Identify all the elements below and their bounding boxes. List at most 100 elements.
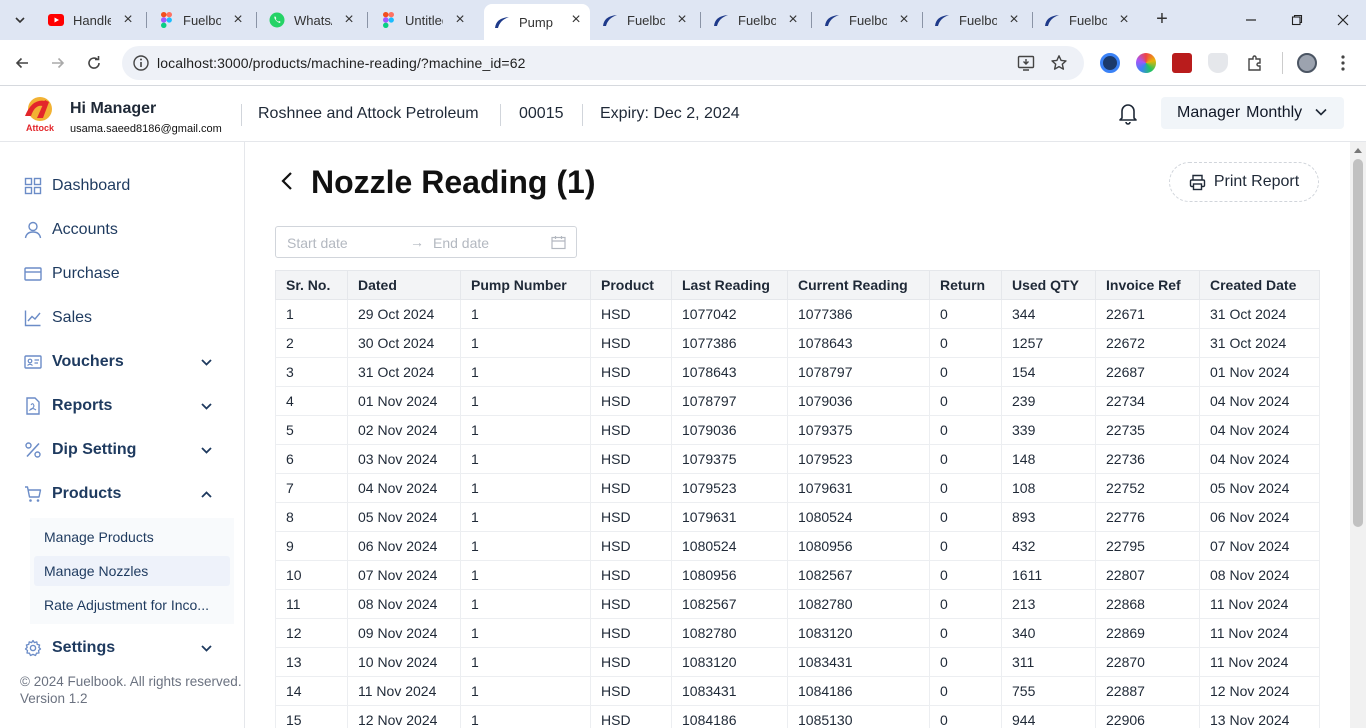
submenu-item-rate-adjustment-for-inco[interactable]: Rate Adjustment for Inco... — [34, 590, 230, 620]
table-cell: 154 — [1001, 357, 1096, 387]
site-info-icon[interactable] — [132, 54, 150, 72]
close-tab-icon[interactable]: × — [568, 12, 584, 28]
table-row[interactable]: 13 10 Nov 2024 1 HSD 1083120 1083431 0 311 22870… — [275, 647, 1320, 677]
submenu-item-manage-nozzles[interactable]: Manage Nozzles — [34, 556, 230, 586]
table-row[interactable]: 1 29 Oct 2024 1 HSD 1077042 1077386 0 344 22671 3… — [275, 299, 1320, 329]
table-row[interactable]: 5 02 Nov 2024 1 HSD 1079036 1079375 0 339 22735 0… — [275, 415, 1320, 445]
table-cell: 6 — [275, 444, 348, 474]
browser-menu-icon[interactable] — [1331, 51, 1355, 75]
print-report-button[interactable]: Print Report — [1169, 162, 1319, 202]
table-cell: 1078797 — [787, 357, 930, 387]
browser-tab[interactable]: Untitled × — [370, 6, 474, 34]
sidebar-item-reports[interactable]: Reports — [0, 388, 244, 424]
column-header[interactable]: Sr. No. — [275, 270, 348, 300]
close-tab-icon[interactable]: × — [120, 12, 136, 28]
table-row[interactable]: 9 06 Nov 2024 1 HSD 1080524 1080956 0 432 22795 0… — [275, 531, 1320, 561]
table-row[interactable]: 4 01 Nov 2024 1 HSD 1078797 1079036 0 239 22734 0… — [275, 386, 1320, 416]
back-arrow-icon[interactable] — [277, 170, 299, 192]
forward-nav-icon[interactable] — [46, 51, 70, 75]
calendar-icon[interactable] — [551, 235, 566, 250]
column-header[interactable]: Dated — [347, 270, 461, 300]
close-tab-icon[interactable]: × — [896, 12, 912, 28]
bookmark-star-icon[interactable] — [1050, 54, 1068, 72]
new-tab-button[interactable]: + — [1150, 8, 1174, 32]
browser-tab[interactable]: Fuelboo × — [592, 6, 696, 34]
browser-tab[interactable]: Pump R × — [484, 4, 590, 40]
fuelbook-icon — [824, 12, 840, 28]
table-row[interactable]: 10 07 Nov 2024 1 HSD 1080956 1082567 0 1611 2280… — [275, 560, 1320, 590]
extension-1-icon[interactable] — [1100, 53, 1120, 73]
close-tab-icon[interactable]: × — [341, 12, 357, 28]
profile-avatar[interactable] — [1297, 53, 1317, 73]
restore-button[interactable] — [1274, 0, 1320, 40]
date-range-picker[interactable]: Start date → End date — [275, 226, 577, 258]
sidebar-item-purchase[interactable]: Purchase — [0, 256, 244, 292]
sidebar-item-label: Products — [52, 485, 122, 502]
table-row[interactable]: 3 31 Oct 2024 1 HSD 1078643 1078797 0 154 22687 0… — [275, 357, 1320, 387]
sidebar-item-dashboard[interactable]: Dashboard — [0, 168, 244, 204]
start-date-input[interactable]: Start date — [287, 235, 348, 251]
table-row[interactable]: 15 12 Nov 2024 1 HSD 1084186 1085130 0 944 22906… — [275, 705, 1320, 728]
close-tab-icon[interactable]: × — [1116, 12, 1132, 28]
chevron-down-icon — [201, 403, 212, 410]
table-cell: 1079523 — [787, 444, 930, 474]
close-tab-icon[interactable]: × — [230, 12, 246, 28]
table-row[interactable]: 8 05 Nov 2024 1 HSD 1079631 1080524 0 893 22776 0… — [275, 502, 1320, 532]
scrollbar-thumb[interactable] — [1353, 159, 1363, 527]
sidebar-item-settings[interactable]: Settings — [0, 630, 244, 666]
column-header[interactable]: Product — [590, 270, 672, 300]
close-tab-icon[interactable]: × — [785, 12, 801, 28]
shield-extension-icon[interactable] — [1208, 53, 1228, 73]
install-app-icon[interactable] — [1017, 54, 1035, 72]
table-row[interactable]: 12 09 Nov 2024 1 HSD 1082780 1083120 0 340 22869… — [275, 618, 1320, 648]
column-header[interactable]: Pump Number — [460, 270, 591, 300]
browser-tab[interactable]: Handle × — [38, 6, 142, 34]
table-cell: 11 Nov 2024 — [1199, 647, 1320, 677]
extension-3-icon[interactable] — [1172, 53, 1192, 73]
table-row[interactable]: 11 08 Nov 2024 1 HSD 1082567 1082780 0 213 22868… — [275, 589, 1320, 619]
table-cell: 13 — [275, 647, 348, 677]
close-tab-icon[interactable]: × — [452, 12, 468, 28]
table-row[interactable]: 14 11 Nov 2024 1 HSD 1083431 1084186 0 755 22887… — [275, 676, 1320, 706]
table-cell: 22734 — [1095, 386, 1200, 416]
sidebar-item-accounts[interactable]: Accounts — [0, 212, 244, 248]
minimize-button[interactable] — [1228, 0, 1274, 40]
plan-dropdown[interactable]: Manager Monthly — [1161, 97, 1344, 129]
close-tab-icon[interactable]: × — [674, 12, 690, 28]
extensions-puzzle-icon[interactable] — [1243, 51, 1267, 75]
scroll-up-arrow-icon[interactable] — [1354, 148, 1362, 153]
tab-search-icon[interactable] — [8, 8, 32, 32]
browser-tab[interactable]: Fuelboo × — [814, 6, 918, 34]
table-row[interactable]: 2 30 Oct 2024 1 HSD 1077386 1078643 0 1257 22672… — [275, 328, 1320, 358]
color-picker-extension-icon[interactable] — [1136, 53, 1156, 73]
table-cell: 12 — [275, 618, 348, 648]
column-header[interactable]: Created Date — [1199, 270, 1320, 300]
sidebar-item-products[interactable]: Products — [0, 476, 244, 512]
column-header[interactable]: Return — [929, 270, 1002, 300]
notification-bell-icon[interactable] — [1117, 101, 1139, 125]
url-text[interactable]: localhost:3000/products/machine-reading/… — [157, 55, 525, 71]
submenu-item-manage-products[interactable]: Manage Products — [34, 522, 230, 552]
table-row[interactable]: 7 04 Nov 2024 1 HSD 1079523 1079631 0 108 22752 0… — [275, 473, 1320, 503]
browser-tab[interactable]: Fuelboo × — [1034, 6, 1138, 34]
chevron-down-icon — [1315, 108, 1327, 116]
sidebar-item-dip-setting[interactable]: Dip Setting — [0, 432, 244, 468]
close-window-button[interactable] — [1320, 0, 1366, 40]
browser-tab[interactable]: WhatsA × — [259, 6, 363, 34]
browser-tab[interactable]: Fuelboo × — [924, 6, 1028, 34]
page-scrollbar[interactable] — [1350, 142, 1366, 728]
column-header[interactable]: Current Reading — [787, 270, 930, 300]
column-header[interactable]: Used QTY — [1001, 270, 1096, 300]
sidebar-item-vouchers[interactable]: Vouchers — [0, 344, 244, 380]
column-header[interactable]: Invoice Ref — [1095, 270, 1200, 300]
table-row[interactable]: 6 03 Nov 2024 1 HSD 1079375 1079523 0 148 22736 0… — [275, 444, 1320, 474]
close-tab-icon[interactable]: × — [1006, 12, 1022, 28]
reload-icon[interactable] — [82, 51, 106, 75]
browser-tab[interactable]: Fuelboo × — [148, 6, 252, 34]
column-header[interactable]: Last Reading — [671, 270, 788, 300]
sidebar-item-sales[interactable]: Sales — [0, 300, 244, 336]
browser-tab[interactable]: Fuelboo × — [703, 6, 807, 34]
end-date-input[interactable]: End date — [433, 235, 489, 251]
omnibox[interactable]: localhost:3000/products/machine-reading/… — [122, 46, 1084, 80]
back-nav-icon[interactable] — [10, 51, 34, 75]
